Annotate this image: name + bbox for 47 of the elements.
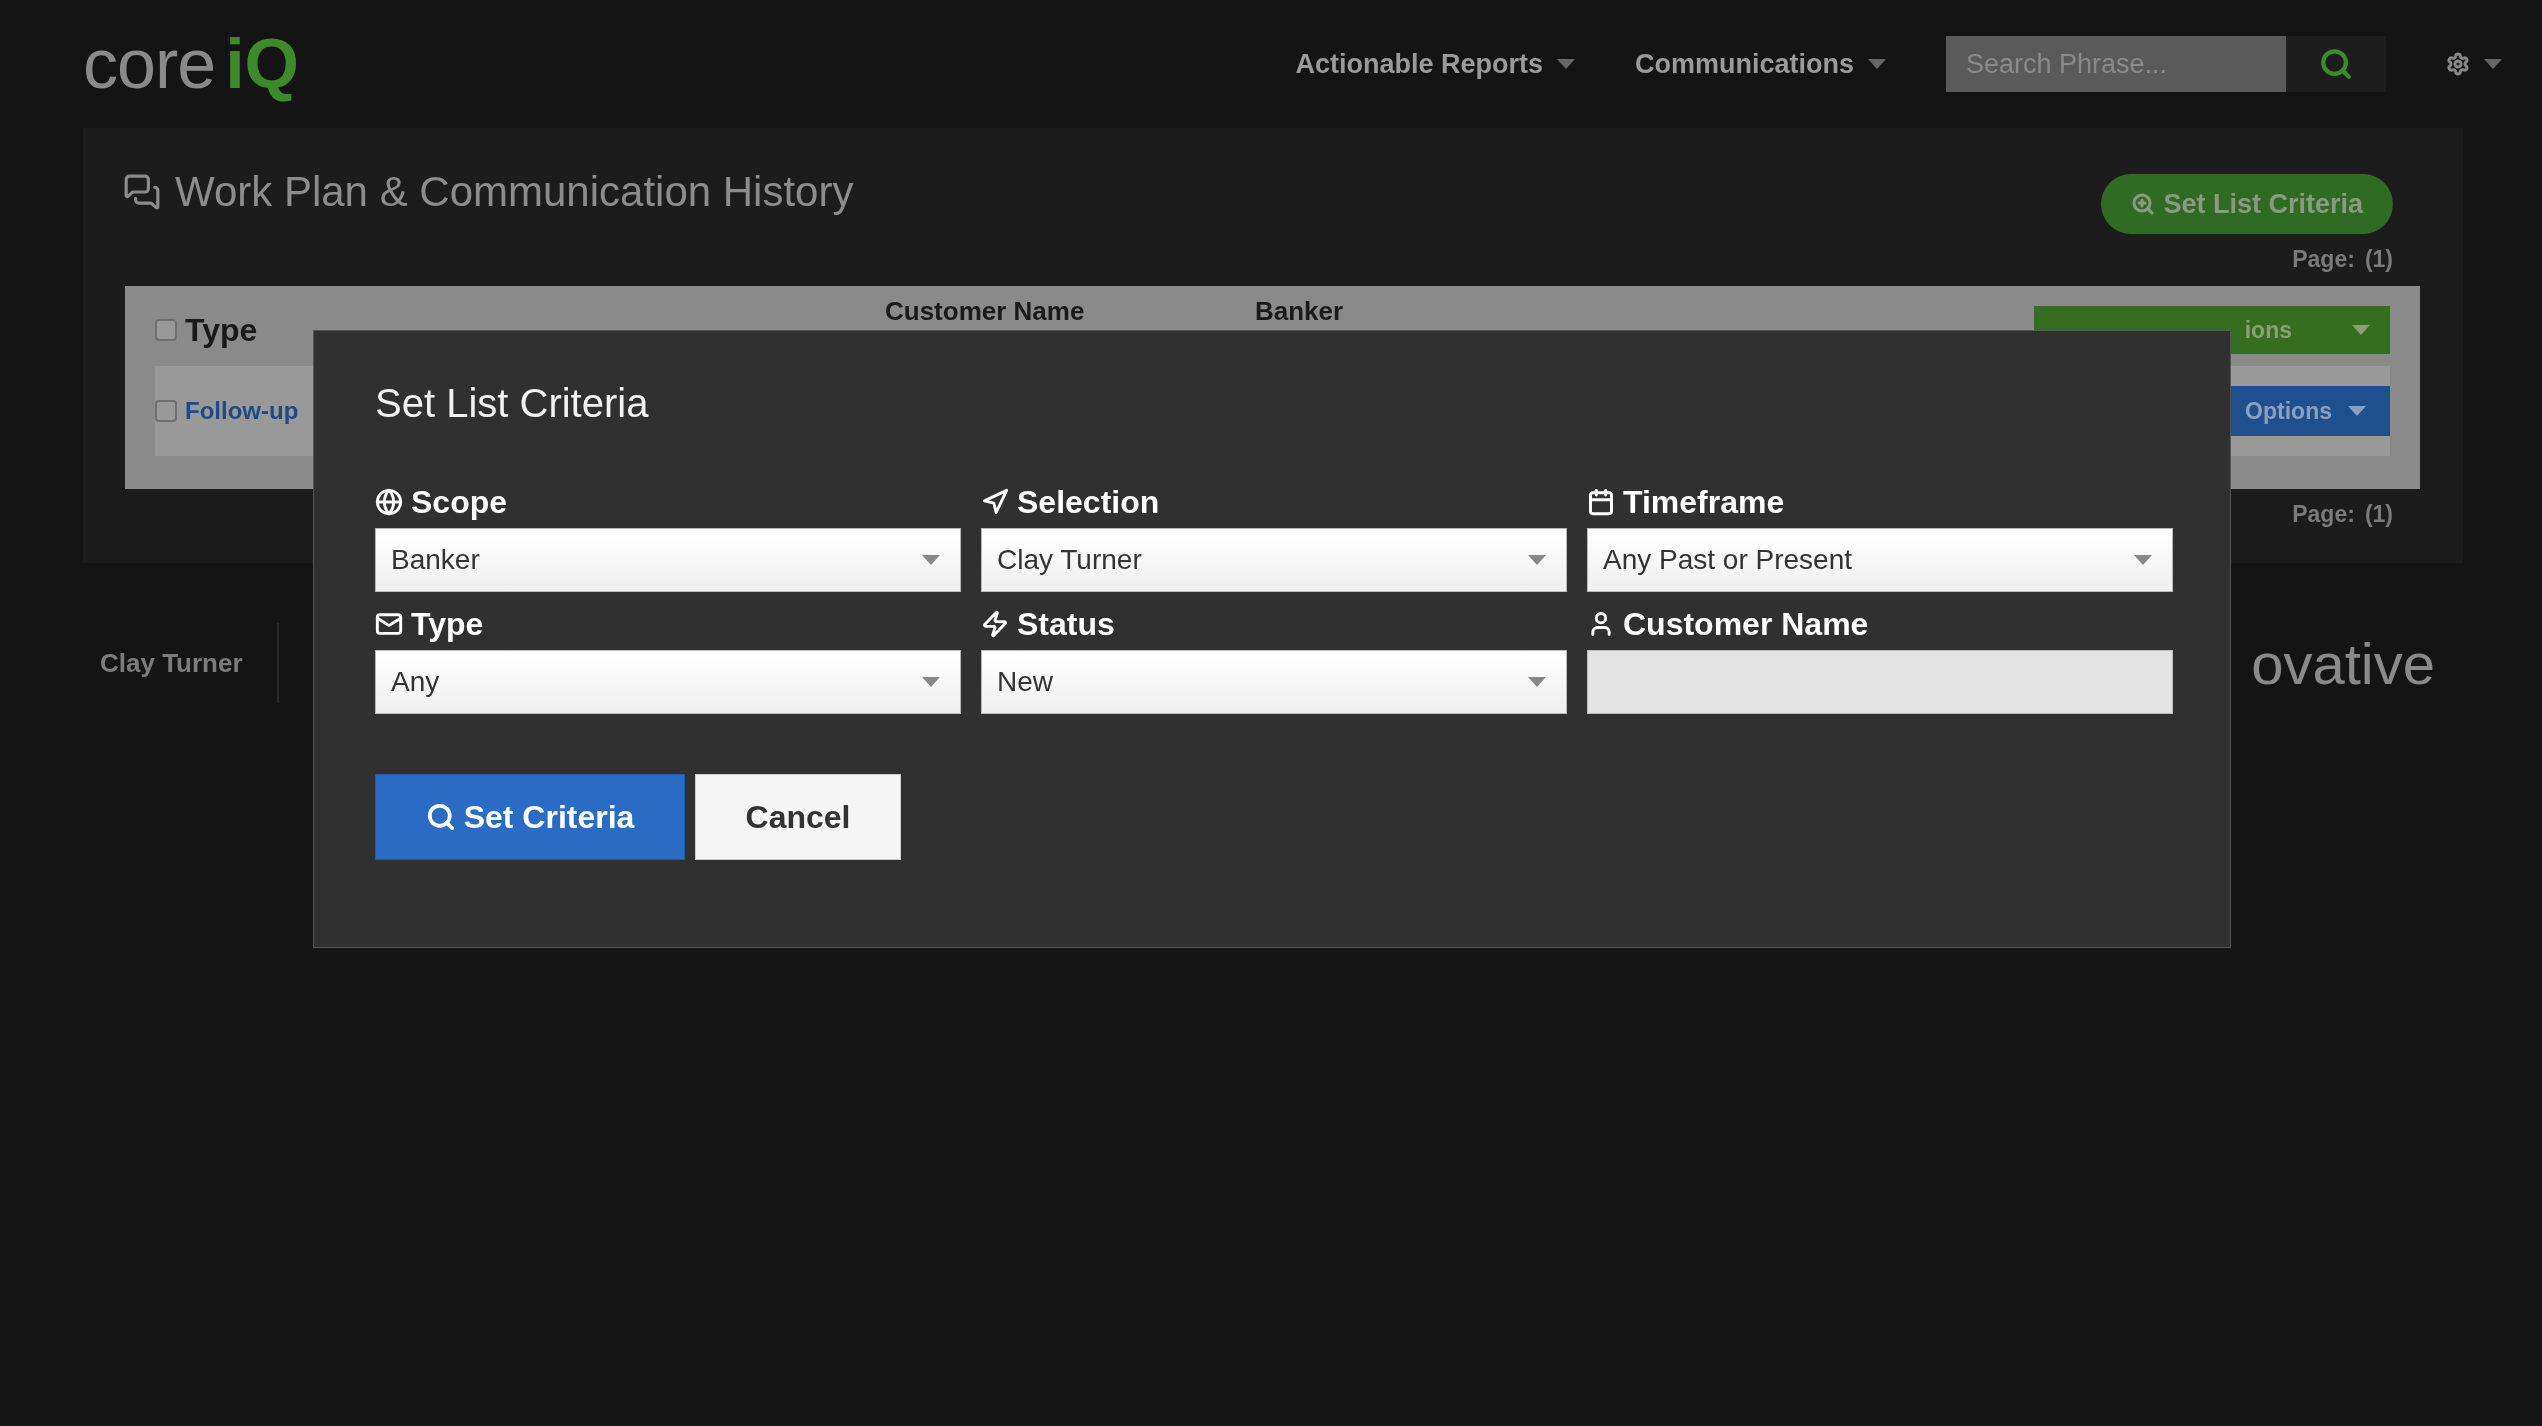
caret-icon (2134, 555, 2152, 565)
dialog-title: Set List Criteria (375, 381, 650, 426)
caret-icon (1528, 677, 1546, 687)
column-header: Type (185, 311, 259, 349)
zoom-in-icon (2131, 192, 2156, 216)
caret-icon (922, 677, 940, 687)
input-field[interactable] (1587, 650, 2173, 714)
globe-icon (375, 488, 403, 516)
brand-name: ovative (2251, 629, 2435, 697)
dropdown-field[interactable]: Banker (375, 528, 961, 592)
dropdown-field[interactable]: Any Past or Present (1587, 528, 2173, 592)
cancel-button[interactable]: Cancel (695, 774, 901, 860)
page-number: (1) (2364, 246, 2393, 274)
dropdown-field[interactable]: New (981, 650, 1567, 714)
envelope-icon (375, 610, 403, 638)
page-number: (1) (2364, 501, 2393, 529)
settings-icon (2446, 52, 2470, 76)
dropdown-field[interactable]: Any (375, 650, 961, 714)
lightning-icon (981, 610, 1009, 638)
search-button[interactable] (2286, 36, 2386, 92)
panel-title: Work Plan & Communication History (175, 168, 854, 216)
caret-icon (922, 555, 940, 565)
set-criteria-button[interactable]: Set Criteria (375, 774, 685, 860)
field-label: Selection (1017, 483, 1160, 521)
page-label: Page: (2292, 246, 2355, 274)
calendar-icon (1587, 488, 1615, 516)
field-label: Timeframe (1623, 483, 1785, 521)
field-label: Type (411, 605, 484, 643)
field-label: Status (1017, 605, 1115, 643)
arrow-icon (981, 488, 1009, 516)
user-name: Clay Turner (100, 623, 279, 703)
nav-menu[interactable]: Communications (1634, 48, 1886, 80)
nav-menu[interactable]: Actionable Reports (1295, 48, 1575, 80)
field-label: Scope (411, 483, 508, 521)
column-header: Banker (1255, 296, 1345, 327)
column-header: Customer Name (885, 296, 1086, 327)
settings-button[interactable] (2446, 52, 2502, 76)
caret-icon (1528, 555, 1546, 565)
chat-icon (123, 173, 161, 211)
checkbox[interactable] (155, 400, 177, 422)
checkbox[interactable] (155, 319, 177, 341)
page-label: Page: (2292, 501, 2355, 529)
search-icon (2319, 47, 2353, 81)
field-label: Customer Name (1623, 605, 1869, 643)
logo[interactable]: core iQ (83, 24, 1296, 104)
search-icon (425, 802, 456, 832)
dropdown-field[interactable]: Clay Turner (981, 528, 1567, 592)
